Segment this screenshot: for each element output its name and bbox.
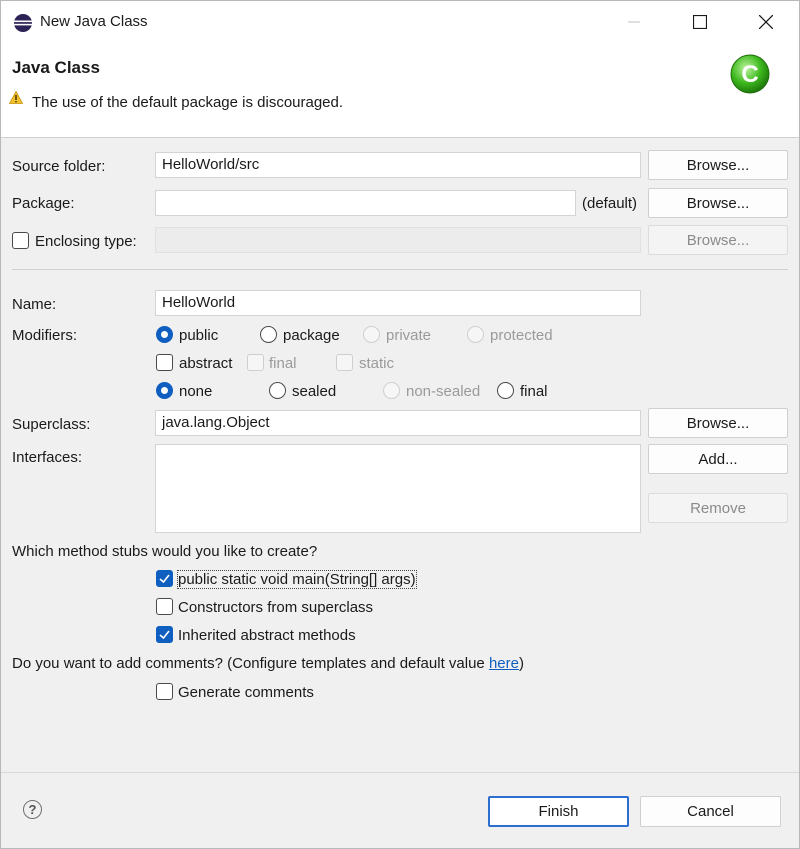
enclosing-type-checkbox[interactable] [12,232,29,249]
source-folder-input[interactable]: HelloWorld/src [155,152,641,178]
warning-icon [9,91,23,104]
class-name-input[interactable]: HelloWorld [155,290,641,316]
minimize-icon [628,21,640,23]
maximize-button[interactable] [667,1,733,43]
superclass-label: Superclass: [12,416,91,433]
modifier-private-label: private [386,327,432,344]
modifier-static-checkbox[interactable] [336,354,353,371]
wizard-title: Java Class [12,58,100,77]
modifier-abstract-label: abstract [179,355,233,372]
sealing-sealed-label: sealed [292,383,337,400]
modifier-final-checkbox[interactable] [247,354,264,371]
package-browse-button[interactable]: Browse... [648,188,788,218]
name-label: Name: [12,296,57,313]
method-stubs-question: Which method stubs would you like to cre… [12,543,318,560]
java-class-banner-icon: C [730,54,770,94]
package-input[interactable] [155,190,576,216]
close-icon [759,15,773,29]
enclosing-type-input[interactable] [155,227,641,253]
help-icon[interactable]: ? [23,800,42,819]
interfaces-list[interactable] [155,444,641,533]
generate-comments-label: Generate comments [178,684,314,701]
checkmark-icon [159,574,170,584]
sealing-none-radio[interactable] [156,382,173,399]
footer-separator [1,772,799,773]
svg-text:C: C [741,61,758,88]
sealing-sealed-radio[interactable] [269,382,286,399]
modifier-final-label: final [269,355,297,372]
comments-question-prefix: Do you want to add comments? (Configure … [12,655,489,672]
maximize-icon [693,15,707,29]
generate-comments-checkbox[interactable] [156,683,173,700]
superclass-browse-button[interactable]: Browse... [648,408,788,438]
checkmark-icon [159,630,170,640]
stub-inherited-checkbox[interactable] [156,626,173,643]
window-title: New Java Class [40,13,148,30]
modifier-protected-label: protected [490,327,553,344]
comments-question-suffix: ) [518,655,524,672]
sealing-non-sealed-label: non-sealed [406,383,481,400]
configure-templates-link[interactable]: here [489,655,519,672]
modifier-public-label: public [179,327,219,344]
minimize-button[interactable] [601,1,667,43]
sealing-final-label: final [520,383,548,400]
enclosing-type-browse-button[interactable]: Browse... [648,225,788,255]
modifiers-label: Modifiers: [12,327,78,344]
modifier-private-radio[interactable] [363,326,380,343]
sealing-none-label: none [179,383,213,400]
wizard-message: The use of the default package is discou… [32,94,344,111]
enclosing-type-label: Enclosing type: [35,233,137,250]
modifier-public-radio[interactable] [156,326,173,343]
interfaces-remove-button[interactable]: Remove [648,493,788,523]
stub-constructors-checkbox[interactable] [156,598,173,615]
stub-constructors-label: Constructors from superclass [178,599,374,616]
title-bar: New Java Class [1,1,799,43]
modifier-package-label: package [283,327,340,344]
package-default-label: (default) [582,195,638,212]
sealing-non-sealed-radio[interactable] [383,382,400,399]
finish-button[interactable]: Finish [488,796,629,827]
modifier-abstract-checkbox[interactable] [156,354,173,371]
close-window-button[interactable] [733,1,799,43]
new-java-class-dialog: New Java Class Java Class The use of the… [0,0,800,849]
wizard-header: Java Class The use of the default packag… [1,43,799,138]
interfaces-label: Interfaces: [12,449,83,466]
stub-inherited-label: Inherited abstract methods [178,627,356,644]
source-folder-label: Source folder: [12,158,106,175]
source-folder-browse-button[interactable]: Browse... [648,150,788,180]
separator [12,269,788,270]
modifier-static-label: static [359,355,395,372]
modifier-protected-radio[interactable] [467,326,484,343]
cancel-button[interactable]: Cancel [640,796,781,827]
stub-main-label: public static void main(String[] args) [177,570,417,589]
interfaces-add-button[interactable]: Add... [648,444,788,474]
sealing-final-radio[interactable] [497,382,514,399]
stub-main-checkbox[interactable] [156,570,173,587]
comments-question: Do you want to add comments? (Configure … [12,655,524,672]
package-label: Package: [12,195,75,212]
modifier-package-radio[interactable] [260,326,277,343]
superclass-input[interactable]: java.lang.Object [155,410,641,436]
eclipse-app-icon [14,14,32,32]
